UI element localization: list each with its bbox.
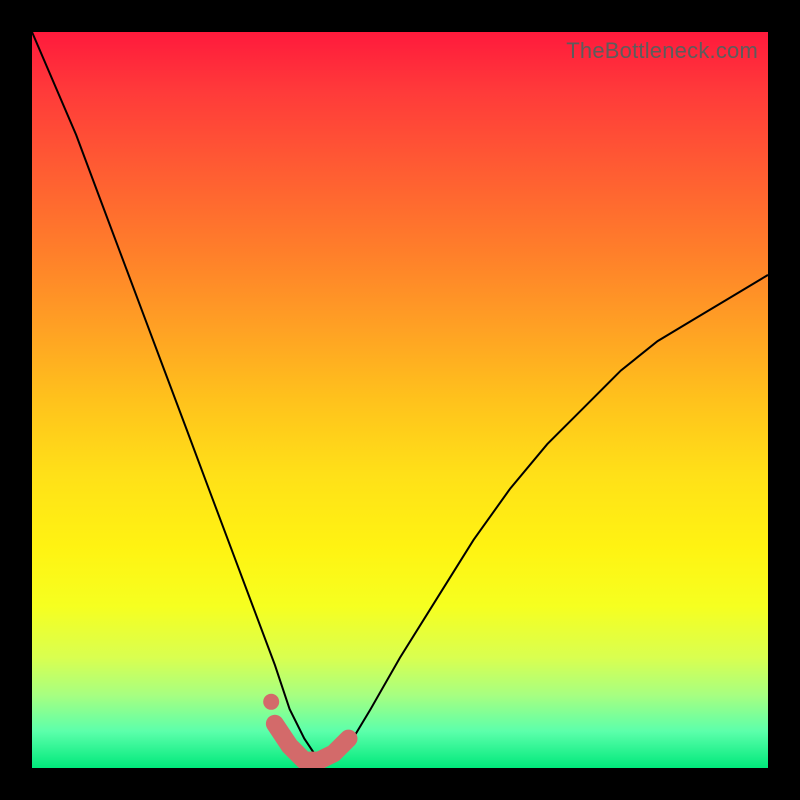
chart-svg (32, 32, 768, 768)
bottleneck-curve (32, 32, 768, 761)
plot-area: TheBottleneck.com (32, 32, 768, 768)
highlight-dot (263, 694, 279, 710)
chart-frame: TheBottleneck.com (0, 0, 800, 800)
highlight-band (275, 724, 349, 761)
